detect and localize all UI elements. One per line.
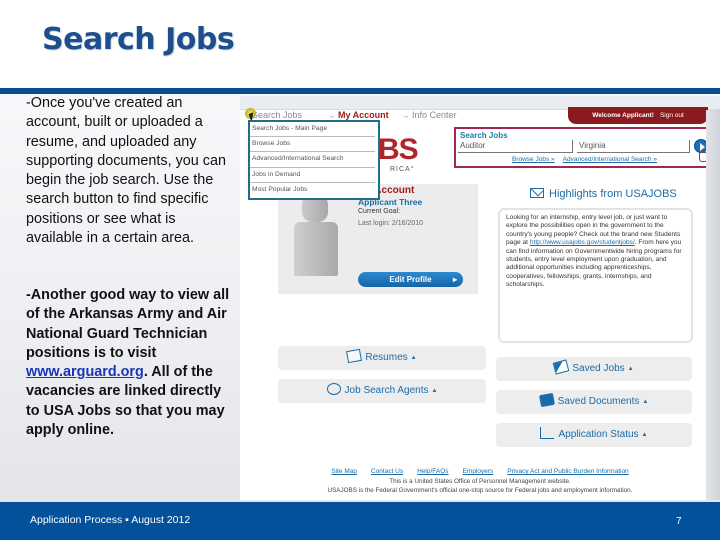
nav-info-center[interactable]: → Info Center: [402, 110, 457, 120]
slide-footer: Application Process ▪ August 2012 7: [0, 502, 720, 540]
footer-link-help[interactable]: Help/FAQs: [417, 468, 448, 475]
saved-documents-label: Saved Documents: [557, 396, 640, 407]
site-scrollbar[interactable]: [706, 110, 720, 500]
caret-up-icon: ▲: [410, 355, 417, 361]
sign-out-link[interactable]: Sign out: [660, 112, 684, 119]
resume-icon: [346, 348, 363, 364]
nav-my-account[interactable]: → My Account: [328, 110, 389, 120]
dropdown-item-main[interactable]: Search Jobs - Main Page: [250, 122, 375, 138]
location-input[interactable]: Virginia: [577, 140, 690, 153]
keyword-input[interactable]: Auditor: [458, 140, 573, 153]
nav-my-account-label: My Account: [338, 110, 389, 120]
dropdown-item-browse[interactable]: Browse Jobs: [250, 137, 375, 153]
students-page-link[interactable]: http://www.usajobs.gov/studentjobs/: [530, 239, 635, 246]
account-goal: Current Goal:: [358, 208, 401, 215]
resumes-label: Resumes: [365, 352, 408, 363]
saved-jobs-label: Saved Jobs: [572, 363, 625, 374]
highlights-heading: Highlights from USAJOBS: [530, 188, 677, 200]
usajobs-logo[interactable]: BS: [378, 133, 419, 167]
usajobs-logo-tagline: RICA°: [390, 166, 415, 173]
caret-up-icon: ▲: [642, 399, 649, 405]
my-account-panel: My Account Applicant Three Current Goal:…: [278, 184, 478, 294]
site-footer-links: Site Map Contact Us Help/FAQs Employers Priv…: [240, 468, 720, 475]
job-search-agents-panel[interactable]: Job Search Agents ▲: [278, 379, 486, 403]
search-box-title: Search Jobs: [460, 131, 508, 140]
dropdown-item-advanced[interactable]: Advanced/International Search: [250, 152, 375, 168]
footer-text: Application Process ▪ August 2012: [30, 514, 191, 526]
checklist-icon: [540, 427, 555, 439]
caret-up-icon: ▲: [431, 388, 438, 394]
account-last-login: Last login: 2/16/2010: [358, 220, 423, 227]
caret-up-icon: ▲: [641, 432, 648, 438]
slide-title: Search Jobs: [42, 22, 235, 57]
envelope-icon: [530, 188, 544, 198]
folder-icon: [553, 359, 570, 375]
instruction-paragraph-1: -Once you've created an account, built o…: [26, 95, 226, 247]
site-footer-line-2: USAJOBS is the Federal Government's offi…: [327, 487, 633, 494]
documents-icon: [538, 392, 555, 408]
footer-link-employers[interactable]: Employers: [463, 468, 494, 475]
edit-profile-button[interactable]: Edit Profile: [358, 272, 463, 287]
search-links: Browse Jobs » Advanced/International Sear…: [512, 156, 665, 163]
paragraph-2-text-a: -Another good way to view all of the Ark…: [26, 287, 230, 361]
avatar-placeholder-icon: [290, 192, 342, 284]
nav-arrow-icon: →: [402, 113, 409, 120]
advanced-search-link[interactable]: Advanced/International Search »: [563, 156, 657, 163]
job-search-agents-label: Job Search Agents: [344, 385, 429, 396]
nav-arrow-icon: →: [328, 113, 335, 120]
welcome-text: Welcome Applicant!: [592, 112, 654, 119]
agents-icon: [326, 383, 341, 395]
footer-link-privacy[interactable]: Privacy Act and Public Burden Informatio…: [507, 468, 628, 475]
search-jobs-box: Search Jobs Auditor Virginia Browse Jobs…: [454, 127, 710, 168]
saved-documents-panel[interactable]: Saved Documents ▲: [496, 390, 692, 414]
footer-link-site-map[interactable]: Site Map: [331, 468, 357, 475]
resumes-panel[interactable]: Resumes ▲: [278, 346, 486, 370]
browse-jobs-link[interactable]: Browse Jobs »: [512, 156, 555, 163]
application-status-label: Application Status: [558, 429, 639, 440]
highlights-box: Looking for an internship, entry level j…: [498, 208, 693, 343]
footer-link-contact[interactable]: Contact Us: [371, 468, 403, 475]
dropdown-item-popular[interactable]: Most Popular Jobs: [250, 183, 375, 198]
page-number: 7: [676, 516, 682, 527]
search-jobs-dropdown: Search Jobs - Main Page Browse Jobs Adva…: [248, 120, 380, 200]
highlights-title: Highlights from USAJOBS: [549, 188, 677, 200]
welcome-bar: Welcome Applicant! Sign out: [568, 107, 708, 124]
arguard-link[interactable]: www.arguard.org: [26, 364, 144, 380]
dropdown-item-in-demand[interactable]: Jobs in Demand: [250, 168, 375, 183]
nav-info-center-label: Info Center: [412, 110, 457, 120]
caret-up-icon: ▲: [627, 366, 634, 372]
site-footer-line-1: This is a United States Office of Person…: [389, 478, 571, 485]
saved-jobs-panel[interactable]: Saved Jobs ▲: [496, 357, 692, 381]
application-status-panel[interactable]: Application Status ▲: [496, 423, 692, 447]
nav-search-jobs[interactable]: Search Jobs: [252, 110, 302, 120]
highlights-text-b: . From here you can find information on …: [506, 239, 682, 289]
instruction-paragraph-2: -Another good way to view all of the Ark…: [26, 286, 236, 440]
